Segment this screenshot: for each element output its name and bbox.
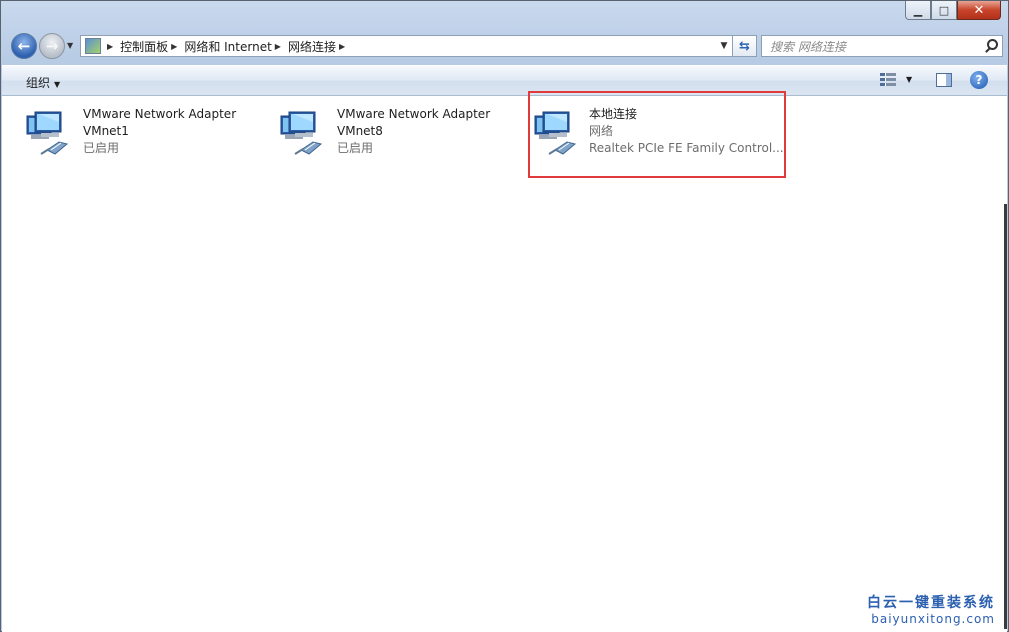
explorer-window: ▁ □ ✕ ← → ▼ ▶ 控制面板 ▶ 网络和 Internet ▶ 网络连接… xyxy=(0,0,1009,632)
view-options-dropdown[interactable]: ▼ xyxy=(906,75,912,84)
recent-pages-dropdown[interactable]: ▼ xyxy=(67,41,75,51)
caption-buttons: ▁ □ ✕ xyxy=(905,1,1001,20)
control-panel-icon xyxy=(85,38,101,54)
maximize-button[interactable]: □ xyxy=(931,1,957,20)
scrollbar[interactable] xyxy=(1004,204,1007,629)
adapter-name: VMware Network Adapter xyxy=(83,107,237,121)
help-button[interactable]: ? xyxy=(970,71,988,89)
file-list-pane: VMware Network Adapter VMnet1 已启用 VMware… xyxy=(2,91,1007,632)
refresh-icon: ⇆ xyxy=(739,38,750,54)
address-history-dropdown[interactable]: ▼ xyxy=(716,41,732,51)
navigation-bar: ← → ▼ ▶ 控制面板 ▶ 网络和 Internet ▶ 网络连接 ▶ ▼ ⇆… xyxy=(9,32,1003,62)
breadcrumb-root-chevron-icon[interactable]: ▶ xyxy=(107,42,113,51)
adapter-network: 网络 xyxy=(589,124,614,138)
adapter-name: 本地连接 xyxy=(589,107,638,121)
close-button[interactable]: ✕ xyxy=(957,1,1001,20)
minimize-button[interactable]: ▁ xyxy=(905,1,931,20)
list-item[interactable]: VMware Network Adapter VMnet8 已启用 xyxy=(279,104,509,169)
breadcrumb-network-internet[interactable]: 网络和 Internet xyxy=(184,38,271,55)
breadcrumb-control-panel[interactable]: 控制面板 xyxy=(120,38,168,55)
watermark: 白云一键重装系统 baiyunxitong.com xyxy=(867,592,995,626)
network-adapter-icon xyxy=(534,111,577,155)
network-adapter-icon xyxy=(26,111,69,155)
breadcrumb-chevron-icon[interactable]: ▶ xyxy=(339,42,345,51)
search-box[interactable]: 搜索 网络连接 xyxy=(761,35,1003,57)
address-bar[interactable]: ▶ 控制面板 ▶ 网络和 Internet ▶ 网络连接 ▶ ▼ xyxy=(80,35,733,57)
network-adapter-icon xyxy=(280,111,323,155)
breadcrumb-network-connections[interactable]: 网络连接 xyxy=(288,38,336,55)
adapter-device: Realtek PCIe FE Family Control... xyxy=(589,141,784,155)
change-view-icon[interactable] xyxy=(880,73,896,88)
organize-label: 组织 xyxy=(26,76,51,90)
forward-arrow-icon: → xyxy=(45,37,59,55)
refresh-button[interactable]: ⇆ xyxy=(733,35,757,57)
list-item[interactable]: VMware Network Adapter VMnet1 已启用 xyxy=(25,104,255,169)
back-button[interactable]: ← xyxy=(11,33,37,59)
search-input[interactable]: 搜索 网络连接 xyxy=(770,38,846,55)
breadcrumb-chevron-icon[interactable]: ▶ xyxy=(171,42,177,51)
search-icon[interactable] xyxy=(984,39,998,53)
chevron-down-icon: ▼ xyxy=(54,80,61,89)
adapter-network: VMnet1 xyxy=(83,124,129,138)
preview-pane-icon[interactable] xyxy=(936,73,952,87)
forward-button[interactable]: → xyxy=(39,33,65,59)
breadcrumb-chevron-icon[interactable]: ▶ xyxy=(275,42,281,51)
adapter-status: 已启用 xyxy=(83,141,120,155)
list-item[interactable]: 本地连接 网络 Realtek PCIe FE Family Control..… xyxy=(533,104,784,169)
breadcrumb: ▶ 控制面板 ▶ 网络和 Internet ▶ 网络连接 ▶ xyxy=(107,38,352,55)
back-arrow-icon: ← xyxy=(17,37,31,55)
adapter-name: VMware Network Adapter xyxy=(337,107,491,121)
adapter-status: 已启用 xyxy=(337,141,374,155)
adapter-network: VMnet8 xyxy=(337,124,383,138)
watermark-url: baiyunxitong.com xyxy=(871,612,995,626)
command-bar: 组织 ▼ ▼ ? xyxy=(2,65,1007,96)
organize-menu-button[interactable]: 组织 ▼ xyxy=(26,74,60,91)
watermark-title: 白云一键重装系统 xyxy=(867,595,995,611)
